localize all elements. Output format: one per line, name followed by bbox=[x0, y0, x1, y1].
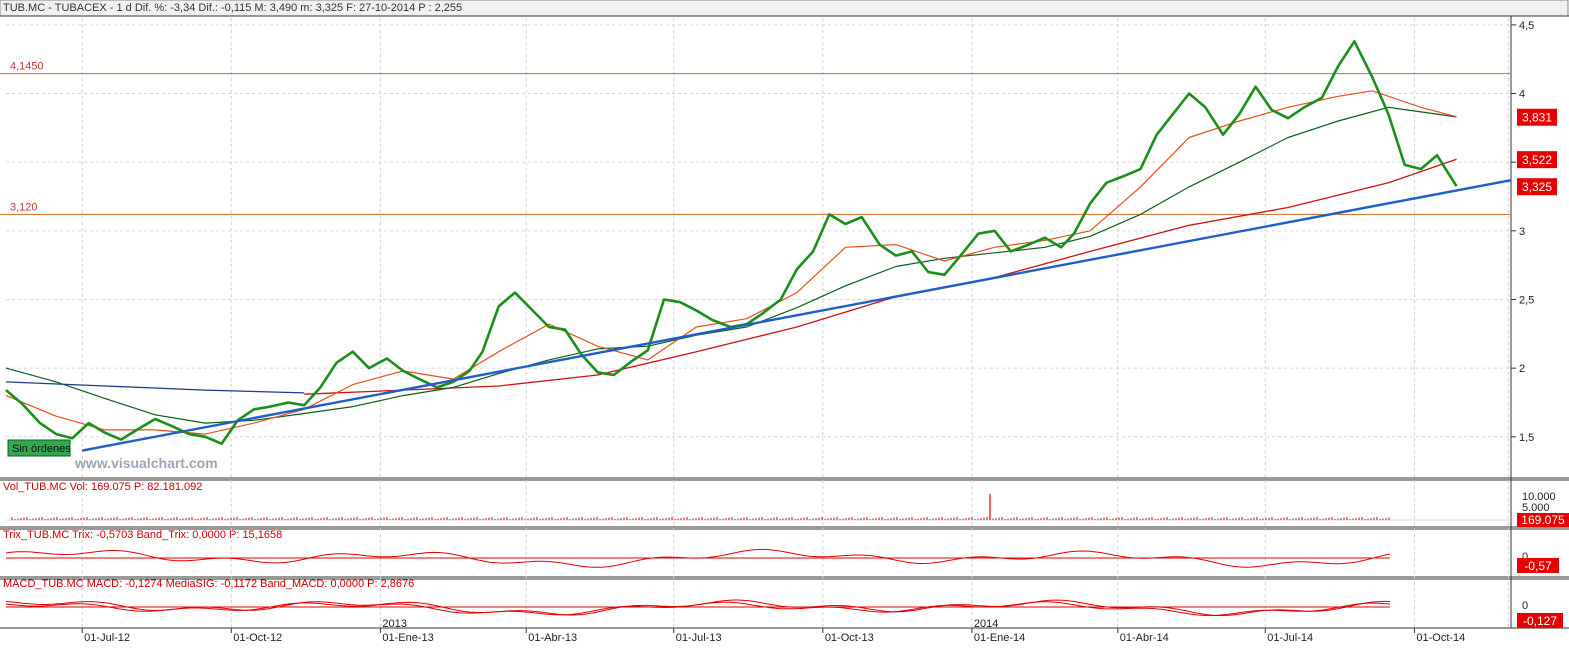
price-header: TUB.MC - TUBACEX - 1 d Dif. %: -3,34 Dif… bbox=[3, 2, 462, 14]
y-tick-label: 2 bbox=[1519, 363, 1525, 375]
macd-header: MACD_TUB.MC MACD: -0,1274 MediaSIG: -0,1… bbox=[3, 578, 414, 590]
x-tick-label: 01-Oct-12 bbox=[233, 632, 282, 644]
x-tick-label: 01-Abr-13 bbox=[528, 632, 577, 644]
trix-last-label: -0,57 bbox=[1524, 559, 1552, 573]
y-tick-label: 4,5 bbox=[1519, 20, 1534, 32]
series-ma-early bbox=[5, 381, 305, 394]
x-tick-label: 01-Ene-13 bbox=[382, 632, 433, 644]
x-tick-label: 01-Oct-14 bbox=[1416, 632, 1465, 644]
price-series bbox=[5, 40, 1512, 452]
price-boxes: 3,831 3,522 3,325 bbox=[1517, 108, 1557, 196]
stock-chart: TUB.MC - TUBACEX - 1 d Dif. %: -3,34 Dif… bbox=[0, 0, 1569, 644]
y-tick-label: 1,5 bbox=[1519, 432, 1534, 444]
x-tick-label: 01-Jul-14 bbox=[1267, 632, 1313, 644]
year-label: 2013 bbox=[382, 618, 406, 630]
volume-panel: 10.0005.000169.075 bbox=[6, 491, 1569, 527]
x-axis: 01-Jul-12 01-Oct-12 01-Ene-13 01-Abr-13 01-J… bbox=[81, 618, 1465, 644]
macd-tick-label: 0 bbox=[1522, 600, 1528, 612]
y-tick-label: 2,5 bbox=[1519, 294, 1534, 306]
level-label: 3,120 bbox=[10, 201, 38, 213]
orders-badge: Sin órdenes bbox=[12, 443, 71, 455]
series-ma-mid bbox=[5, 106, 1457, 424]
price-box-label: 3,522 bbox=[1522, 153, 1552, 167]
x-tick-label: 01-Ene-14 bbox=[974, 632, 1025, 644]
x-tick-label: 01-Abr-14 bbox=[1120, 632, 1169, 644]
price-y-axis: 4,543,532,521,5 bbox=[1511, 20, 1534, 444]
macd-panel: 0 -0,127 bbox=[5, 599, 1563, 628]
level-label: 4,1450 bbox=[10, 61, 44, 73]
x-tick-label: 01-Oct-13 bbox=[825, 632, 874, 644]
y-tick-label: 4 bbox=[1519, 89, 1525, 101]
y-tick-label: 3 bbox=[1519, 226, 1525, 238]
series-ma-short bbox=[5, 90, 1457, 435]
x-tick-label: 01-Jul-12 bbox=[84, 632, 130, 644]
volume-last-label: 169.075 bbox=[1521, 513, 1565, 527]
watermark: www.visualchart.com bbox=[74, 455, 218, 471]
trix-header: Trix_TUB.MC Trix: -0,5703 Band_Trix: 0,0… bbox=[3, 529, 282, 541]
x-tick-label: 01-Jul-13 bbox=[676, 632, 722, 644]
year-label: 2014 bbox=[974, 618, 998, 630]
series-close bbox=[5, 40, 1458, 445]
macd-signal-line bbox=[5, 601, 1391, 617]
horizontal-levels: 4,1450 3,120 bbox=[0, 61, 1510, 215]
price-box-label: 3,831 bbox=[1522, 111, 1552, 125]
macd-last-label: -0,127 bbox=[1523, 614, 1557, 628]
price-box-label: 3,325 bbox=[1522, 180, 1552, 194]
trendline bbox=[81, 178, 1512, 452]
volume-header: Vol_TUB.MC Vol: 169.075 P: 82.181.092 bbox=[3, 481, 202, 493]
trix-panel: 0-0,57 bbox=[5, 548, 1559, 573]
